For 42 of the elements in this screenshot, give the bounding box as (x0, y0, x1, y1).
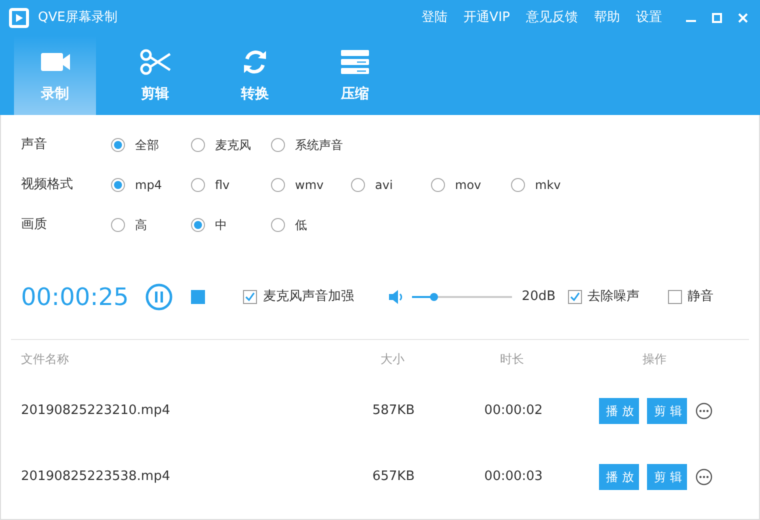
checkbox[interactable]: 麦克风声音加强 (242, 287, 354, 307)
checkbox[interactable]: 静音 (668, 287, 714, 307)
checkbox[interactable]: 去除噪声 (568, 287, 640, 307)
radio-option[interactable]: 高 (111, 216, 191, 234)
close-icon[interactable] (738, 13, 748, 23)
radio-option[interactable]: mov (431, 176, 511, 194)
check-icon (570, 292, 580, 302)
maximize-icon[interactable] (712, 13, 722, 23)
stop-icon[interactable] (190, 290, 205, 304)
window-title: QVE屏幕录制 (38, 9, 118, 28)
setting-label: 画质 (21, 216, 48, 234)
setting-label: 视频格式 (21, 176, 74, 194)
radio-option[interactable]: mkv (511, 176, 591, 194)
table-cell-text: 00:00:03 (483, 468, 544, 486)
radio-option[interactable]: 麦克风 (191, 136, 271, 154)
timer: 00:00:25 (21, 282, 129, 313)
table-cell-text: 657KB (371, 468, 416, 486)
radio-option[interactable]: wmv (271, 176, 351, 194)
radio-option[interactable]: 系统声音 (271, 136, 351, 154)
radio-option[interactable]: 中 (191, 216, 271, 234)
volume-reading: 20dB (522, 288, 556, 306)
radio-option[interactable]: 全部 (111, 136, 191, 154)
column-header: 操作 (641, 351, 668, 368)
more-icon[interactable] (695, 468, 713, 486)
radio-option[interactable]: 低 (271, 216, 351, 234)
table-cell-text: 00:00:02 (483, 402, 544, 420)
volume-icon (388, 289, 404, 305)
table-cell-text: 20190825223210.mp4 (21, 402, 172, 420)
app-logo-icon (8, 7, 30, 29)
table-cell-text: 587KB (371, 402, 416, 420)
check-icon (244, 292, 255, 302)
radio-option[interactable]: mp4 (111, 176, 191, 194)
setting-label: 声音 (21, 136, 48, 154)
radio-option[interactable]: avi (351, 176, 431, 194)
volume-slider[interactable] (412, 292, 512, 302)
table-cell-text: 20190825223538.mp4 (21, 468, 172, 486)
radio-option[interactable]: flv (191, 176, 271, 194)
pause-icon[interactable] (144, 283, 173, 311)
column-header: 大小 (379, 351, 406, 368)
column-header: 文件名称 (21, 351, 70, 368)
column-header: 时长 (499, 351, 526, 368)
more-icon[interactable] (695, 402, 713, 420)
